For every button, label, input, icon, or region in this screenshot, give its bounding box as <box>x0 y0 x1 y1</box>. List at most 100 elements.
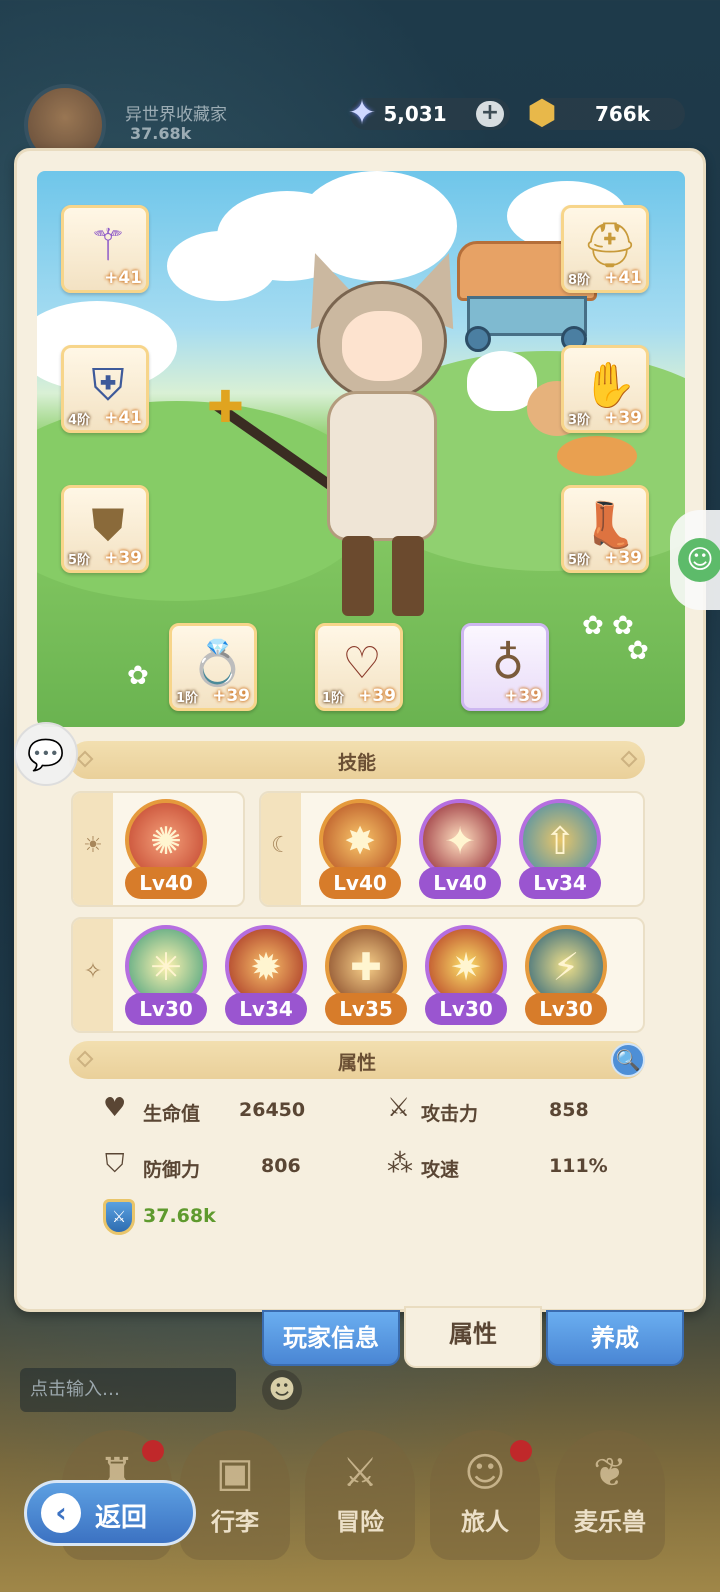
nav-pet-label: 麦乐兽 <box>574 1508 646 1536</box>
skill-level: Lv35 <box>325 993 407 1025</box>
attributes-header: 属性 <box>69 1041 645 1079</box>
skill-level: Lv40 <box>125 867 207 899</box>
atk-label: 攻击力 <box>421 1103 479 1125</box>
chest-icon: ▣ <box>216 1450 254 1496</box>
notification-dot <box>142 1440 164 1462</box>
equip-slot-boots[interactable]: 👢 5阶 +39 <box>561 485 649 573</box>
hero-character[interactable] <box>286 242 478 651</box>
chat-bubble-button[interactable]: 💬 <box>14 722 78 786</box>
nav-adventure-label: 冒险 <box>336 1508 384 1536</box>
hp-value: 26450 <box>239 1099 306 1121</box>
tab-player-info[interactable]: 玩家信息 <box>262 1310 400 1366</box>
top-bar: 异世界收藏家 37.68k ✦ 5,031 + ⬢ 766k <box>0 78 720 166</box>
slot-tier: 5阶 <box>68 553 91 568</box>
moon-icon: ☾ <box>271 833 291 858</box>
skill-group-moon: ☾ ✸ Lv40 ✦ Lv40 ⇧ Lv34 <box>259 791 645 907</box>
skill-slot[interactable]: ✹ Lv34 <box>221 925 311 1029</box>
skill-slot[interactable]: ✷ Lv30 <box>421 925 511 1029</box>
notification-dot <box>510 1440 532 1462</box>
fox-icon: ❦ <box>593 1450 627 1496</box>
crossed-swords-icon: ⚔ <box>387 1093 411 1123</box>
add-gems-button[interactable]: + <box>476 101 504 127</box>
skill-slot[interactable]: ✚ Lv35 <box>321 925 411 1029</box>
equip-slot-belt[interactable]: ⛊ 5阶 +39 <box>61 485 149 573</box>
slot-level: +39 <box>212 686 250 706</box>
star-tab: ✧ <box>73 919 113 1031</box>
slot-level: +39 <box>604 408 642 428</box>
player-name: 异世界收藏家 <box>125 105 227 125</box>
nav-traveler[interactable]: ☺ 旅人 <box>430 1430 540 1560</box>
skill-slot[interactable]: ⚡ Lv30 <box>521 925 611 1029</box>
back-arrow-icon: ‹ <box>41 1493 81 1533</box>
slot-tier: 1阶 <box>322 691 345 706</box>
spd-value: 111% <box>549 1155 608 1177</box>
equip-slot-helmet[interactable]: ⛑ 8阶 +41 <box>561 205 649 293</box>
tab-develop[interactable]: 养成 <box>546 1310 684 1366</box>
equip-slot-armor[interactable]: ⛨ 4阶 +41 <box>61 345 149 433</box>
side-menu-button[interactable]: ☺ <box>670 510 720 610</box>
equip-slot-gloves[interactable]: ✋ 3阶 +39 <box>561 345 649 433</box>
armor-icon: ⛨ <box>91 360 125 411</box>
nav-pet[interactable]: ❦ 麦乐兽 <box>555 1430 665 1560</box>
skill-level: Lv34 <box>519 867 601 899</box>
boots-icon: 👢 <box>582 500 637 551</box>
skills-title: 技能 <box>337 752 376 774</box>
equip-slot-necklace[interactable]: ♡ 1阶 +39 <box>315 623 403 711</box>
slot-tier: 3阶 <box>568 413 591 428</box>
sparkle-icon: ✧ <box>83 959 103 984</box>
equip-slot-ring[interactable]: 💍 1阶 +39 <box>169 623 257 711</box>
slot-level: +41 <box>604 268 642 288</box>
sun-tab: ☀ <box>73 793 113 905</box>
attribute-detail-button[interactable]: 🔍 <box>611 1043 645 1077</box>
skill-slot[interactable]: ✳ Lv30 <box>121 925 211 1029</box>
skills-header: 技能 <box>69 741 645 779</box>
cloud <box>167 231 277 301</box>
nav-bag[interactable]: ▣ 行李 <box>180 1430 290 1560</box>
nav-adventure[interactable]: ⚔ 冒险 <box>305 1430 415 1560</box>
necklace-icon: ♡ <box>342 638 382 689</box>
power-value: 37.68k <box>143 1205 216 1227</box>
skill-level: Lv30 <box>125 993 207 1025</box>
slot-level: +41 <box>104 408 142 428</box>
belt-icon: ⛊ <box>91 500 125 551</box>
flower: ✿ <box>627 636 649 666</box>
swords-icon: ⚔ <box>342 1450 378 1496</box>
slot-tier: 5阶 <box>568 553 591 568</box>
skill-slot[interactable]: ✦ Lv40 <box>415 799 505 903</box>
shield-icon: ⛉ <box>105 1149 125 1179</box>
gem-currency: ✦ 5,031 + <box>348 93 510 133</box>
back-label: 返回 <box>95 1503 148 1533</box>
gold-currency: ⬢ 766k <box>527 93 685 133</box>
slot-level: +41 <box>104 268 142 288</box>
gem-value: 5,031 <box>383 102 447 126</box>
slot-tier: 4阶 <box>68 413 91 428</box>
spd-label: 攻速 <box>421 1159 460 1181</box>
hp-label: 生命值 <box>143 1103 201 1125</box>
power-badge-icon: ⚔ <box>103 1199 135 1235</box>
skill-slot[interactable]: ⇧ Lv34 <box>515 799 605 903</box>
staff-icon: ⚚ <box>88 220 128 271</box>
tab-attributes[interactable]: 属性 <box>404 1306 542 1368</box>
atk-value: 858 <box>549 1099 589 1121</box>
nav-bag-label: 行李 <box>211 1508 259 1536</box>
equip-slot-weapon[interactable]: ⚚ +41 <box>61 205 149 293</box>
equip-slot-amulet[interactable]: ♁ +39 <box>461 623 549 711</box>
chat-input[interactable]: 点击输入… <box>20 1368 236 1412</box>
def-value: 806 <box>261 1155 301 1177</box>
skill-group-sun: ☀ ✺ Lv40 <box>71 791 245 907</box>
slot-tier: 1阶 <box>176 691 199 706</box>
skill-slot[interactable]: ✺ Lv40 <box>121 799 211 903</box>
emoji-button[interactable]: ☻ <box>262 1370 302 1410</box>
skill-level: Lv40 <box>419 867 501 899</box>
skill-level: Lv34 <box>225 993 307 1025</box>
skill-level: Lv40 <box>319 867 401 899</box>
skill-level: Lv30 <box>425 993 507 1025</box>
attack-speed-icon: ⁂ <box>387 1149 413 1179</box>
flower: ✿ <box>127 661 149 691</box>
ring-icon: 💍 <box>190 638 245 689</box>
slot-level: +39 <box>604 548 642 568</box>
staff-head-icon: ✚ <box>207 382 244 433</box>
back-button[interactable]: ‹ 返回 <box>24 1480 196 1546</box>
skill-slot[interactable]: ✸ Lv40 <box>315 799 405 903</box>
gold-coin-icon: ⬢ <box>527 93 557 133</box>
